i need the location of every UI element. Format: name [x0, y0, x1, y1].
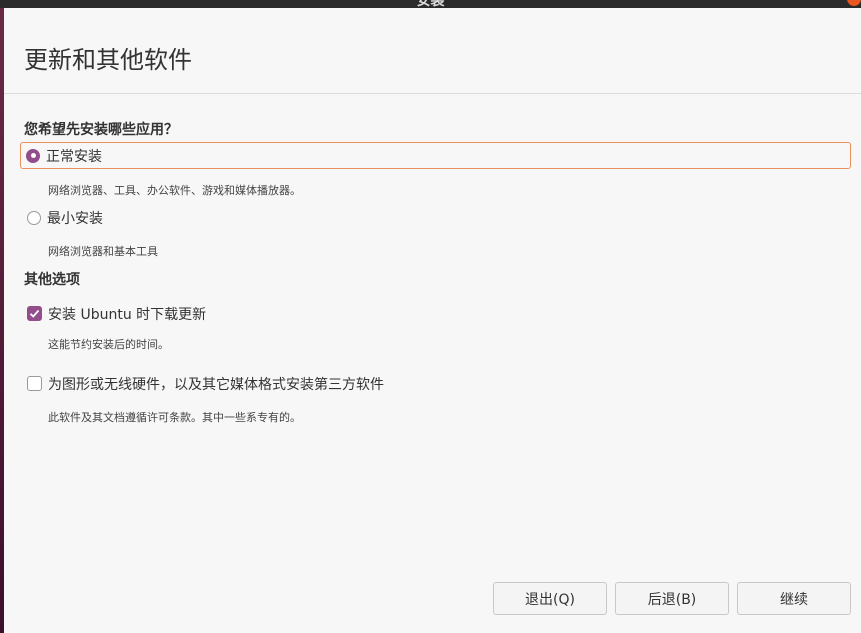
third-party-software-description: 此软件及其文档遵循许可条款。其中一些系专有的。	[48, 411, 301, 424]
minimal-install-description: 网络浏览器和基本工具	[48, 245, 158, 258]
normal-install-label: 正常安装	[46, 148, 102, 165]
other-options-heading: 其他选项	[24, 272, 80, 288]
installer-window: 更新和其他软件 您希望先安装哪些应用？ 正常安装 网络浏览器、工具、办公软件、游…	[4, 8, 861, 633]
download-updates-label: 安装 Ubuntu 时下载更新	[48, 306, 207, 323]
radio-checked-icon[interactable]	[26, 148, 40, 163]
window-titlebar: 安装	[0, 0, 861, 8]
minimal-install-label: 最小安装	[47, 210, 103, 227]
radio-unchecked-icon[interactable]	[27, 210, 41, 225]
install-type-question: 您希望先安装哪些应用？	[24, 122, 178, 138]
quit-button[interactable]: 退出(Q)	[493, 582, 607, 615]
radio-minimal-install[interactable]: 最小安装	[21, 204, 103, 231]
continue-button[interactable]: 继续	[737, 582, 851, 615]
window-title: 安装	[416, 0, 445, 8]
checkbox-third-party-software[interactable]: 为图形或无线硬件，以及其它媒体格式安装第三方软件	[21, 370, 384, 397]
download-updates-description: 这能节约安装后的时间。	[48, 338, 169, 351]
page-header: 更新和其他软件	[4, 8, 861, 94]
checkbox-checked-icon[interactable]	[27, 306, 42, 321]
page-title: 更新和其他软件	[24, 46, 192, 74]
radio-normal-install[interactable]: 正常安装	[20, 142, 851, 169]
third-party-software-label: 为图形或无线硬件，以及其它媒体格式安装第三方软件	[48, 376, 384, 393]
back-button[interactable]: 后退(B)	[615, 582, 729, 615]
checkbox-download-updates[interactable]: 安装 Ubuntu 时下载更新	[21, 300, 206, 327]
checkbox-unchecked-icon[interactable]	[27, 376, 42, 391]
normal-install-description: 网络浏览器、工具、办公软件、游戏和媒体播放器。	[48, 184, 301, 197]
